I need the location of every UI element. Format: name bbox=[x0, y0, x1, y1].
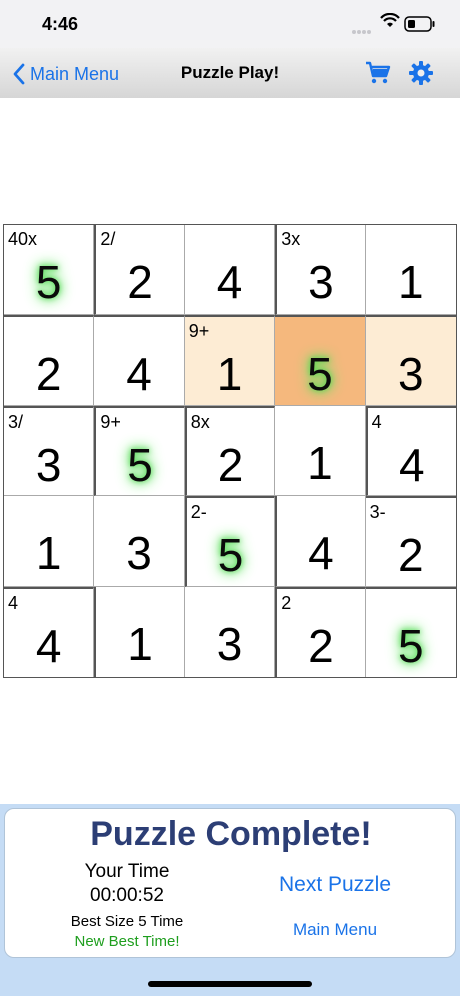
status-time: 4:46 bbox=[42, 14, 79, 34]
status-bar: 4:46 bbox=[0, 0, 460, 48]
cell-value: 1 bbox=[307, 436, 333, 489]
cell-value: 3 bbox=[216, 617, 243, 670]
grid-cell[interactable]: 44 bbox=[4, 586, 95, 677]
grid-cell[interactable]: 5 bbox=[365, 586, 456, 677]
cage-clue: 9+ bbox=[188, 321, 210, 342]
grid-cell[interactable]: 4 bbox=[275, 496, 366, 587]
cell-value: 2 bbox=[217, 438, 244, 491]
main-menu-button[interactable]: Main Menu bbox=[255, 920, 415, 940]
wifi-icon bbox=[380, 13, 400, 27]
cell-value: 1 bbox=[216, 348, 243, 401]
cage-clue: 9+ bbox=[100, 411, 121, 432]
cell-value: 4 bbox=[35, 619, 62, 672]
grid-cell[interactable]: 3 bbox=[365, 315, 456, 406]
cell-value: 5 bbox=[217, 529, 244, 582]
best-time-label: Best Size 5 Time bbox=[70, 913, 184, 930]
signal-dots-icon bbox=[352, 21, 374, 34]
new-best-time-text: New Best Time! bbox=[74, 933, 180, 950]
cell-value: 1 bbox=[127, 617, 153, 670]
grid-cell[interactable]: 22 bbox=[275, 586, 366, 677]
cage-clue: 3x bbox=[281, 229, 301, 249]
home-indicator bbox=[148, 981, 312, 987]
cell-value: 5 bbox=[307, 348, 333, 401]
cell-value: 3 bbox=[35, 438, 62, 491]
cell-value: 4 bbox=[126, 348, 152, 401]
gear-icon[interactable] bbox=[408, 60, 434, 86]
cage-clue: 2/ bbox=[100, 229, 116, 249]
cart-icon[interactable] bbox=[365, 61, 391, 85]
nav-bar: Main Menu Puzzle Play! bbox=[0, 48, 460, 98]
grid-cell[interactable]: 1 bbox=[4, 496, 95, 587]
grid-cell[interactable]: 2 bbox=[4, 315, 95, 406]
grid-cell[interactable]: 3/3 bbox=[4, 405, 95, 497]
cage-clue: 2- bbox=[190, 502, 207, 523]
cage-clue: 3- bbox=[369, 502, 386, 523]
grid-cell[interactable]: 2- 5 bbox=[184, 496, 276, 587]
grid-cell[interactable]: 5 bbox=[275, 315, 366, 406]
cell-value: 2 bbox=[308, 619, 334, 672]
grid-cell[interactable]: 2/2 bbox=[94, 225, 185, 316]
cell-value: 4 bbox=[308, 527, 334, 580]
your-time-label: Your Time bbox=[84, 861, 170, 882]
battery-icon bbox=[404, 16, 435, 32]
cage-clue: 8x bbox=[190, 411, 210, 432]
your-time-value: 00:00:52 bbox=[90, 885, 164, 906]
grid-cell[interactable]: 40x 5 bbox=[4, 225, 95, 316]
cell-value: 3 bbox=[308, 256, 334, 308]
grid-cell[interactable]: 9+ 1 bbox=[184, 315, 276, 406]
cell-value: 3 bbox=[397, 348, 424, 401]
next-puzzle-button[interactable]: Next Puzzle bbox=[255, 873, 415, 897]
page-title: Puzzle Play! bbox=[180, 63, 280, 82]
cell-value: 3 bbox=[126, 527, 152, 580]
puzzle-grid: 40x 5 2/2 4 3x 3 1 2 4 9+ 1 5 3 3/3 9+ 5 8x 2 1 4 4 1 3 2- 5 4 3- 2… bbox=[3, 224, 457, 678]
cage-clue: 2 bbox=[281, 592, 292, 613]
grid-cell[interactable]: 3 bbox=[94, 496, 185, 587]
grid-cell[interactable]: 1 bbox=[94, 586, 185, 677]
grid-cell[interactable]: 3x 3 bbox=[275, 225, 366, 316]
cage-clue: 3/ bbox=[8, 411, 24, 432]
grid-cell[interactable]: 1 bbox=[275, 405, 366, 497]
grid-cell[interactable]: 3 bbox=[185, 586, 276, 677]
cell-value: 2 bbox=[397, 529, 424, 582]
puzzle-complete-panel: Puzzle Complete! Your Time 00:00:52 Best… bbox=[4, 808, 456, 958]
grid-cell[interactable]: 9+ 5 bbox=[94, 405, 185, 497]
grid-cell[interactable]: 4 bbox=[184, 225, 276, 316]
cage-clue: 4 bbox=[8, 592, 19, 613]
grid-cell[interactable]: 8x 2 bbox=[184, 405, 276, 497]
cell-value: 4 bbox=[216, 256, 243, 308]
cage-clue: 4 bbox=[371, 411, 382, 432]
cell-value: 1 bbox=[35, 527, 62, 580]
grid-cell[interactable]: 3- 2 bbox=[365, 496, 456, 587]
cell-value: 4 bbox=[398, 438, 425, 491]
cell-value: 1 bbox=[397, 256, 424, 308]
grid-cell[interactable]: 44 bbox=[365, 405, 456, 497]
cell-value: 5 bbox=[397, 619, 424, 672]
grid-cell[interactable]: 1 bbox=[365, 225, 456, 316]
complete-title: Puzzle Complete! bbox=[90, 815, 372, 853]
cell-value: 2 bbox=[127, 256, 153, 308]
cage-clue: 40x bbox=[8, 229, 38, 249]
cell-value: 5 bbox=[35, 256, 62, 308]
cell-value: 5 bbox=[127, 438, 153, 491]
cell-value: 2 bbox=[35, 348, 62, 401]
grid-cell[interactable]: 4 bbox=[94, 315, 185, 406]
